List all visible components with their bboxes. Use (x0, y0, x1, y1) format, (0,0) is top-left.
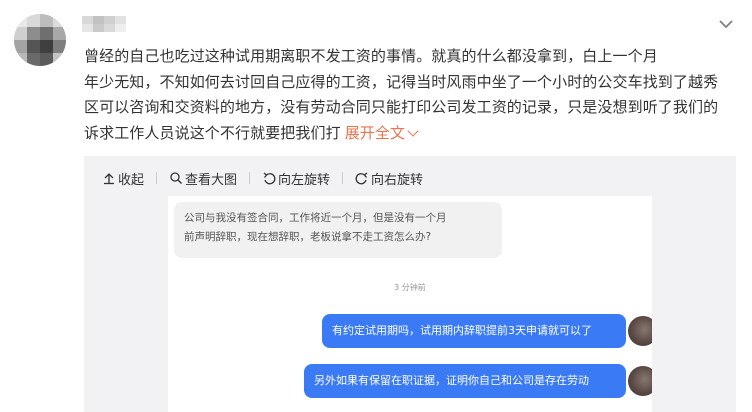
expand-label[interactable]: 展开全文 (345, 124, 405, 142)
avatar[interactable] (14, 14, 66, 66)
chat-timestamp: 3 分钟前 (394, 283, 426, 292)
media-viewer: 收起 查看大图 向左旋转 向右旋转 公司与我没有签合同，工作将近一个月，但是没有… (84, 156, 736, 412)
rotate-right-icon (355, 171, 369, 185)
rotate-left-icon (262, 171, 276, 185)
toolbar-divider (156, 172, 158, 184)
collapse-button[interactable]: 收起 (102, 169, 144, 188)
post-text: 曾经的自己也吃过这种试用期离职不发工资的事情。就真的什么都没拿到，白上一个月 年… (84, 44, 734, 146)
post-text-line: 年少无知，不知如何去讨回自己应得的工资，记得当时风雨中坐了一个小时的公交车找到了… (84, 72, 719, 91)
chevron-down-icon[interactable] (407, 124, 419, 137)
chat-screenshot-image[interactable]: 公司与我没有签合同，工作将近一个月，但是没有一个月 前声明辞职，现在想辞职，老板… (168, 196, 652, 412)
chat-avatar (628, 316, 652, 346)
more-chevron-icon[interactable] (716, 16, 736, 30)
chat-question-bubble: 公司与我没有签合同，工作将近一个月，但是没有一个月 前声明辞职，现在想辞职，老板… (174, 202, 502, 258)
post-text-line: 诉求工作人员说这个不行就要把我们打 (84, 123, 341, 142)
rotate-right-label[interactable]: 向右旋转 (371, 169, 423, 188)
media-toolbar: 收起 查看大图 向左旋转 向右旋转 (102, 169, 423, 188)
chat-question-line: 公司与我没有签合同，工作将近一个月，但是没有一个月 (184, 212, 447, 224)
magnifier-icon (169, 171, 183, 185)
chat-avatar (628, 366, 652, 396)
rotate-left-label[interactable]: 向左旋转 (278, 169, 330, 188)
chat-question-line: 前声明辞职，现在想辞职，老板说拿不走工资怎么办? (184, 231, 432, 243)
expand-full-text-link[interactable]: 展开全文 (345, 124, 419, 142)
chat-reply-bubble: 另外如果有保留在职证据，证明你自己和公司是存在劳动 (304, 364, 626, 398)
collapse-label[interactable]: 收起 (118, 169, 144, 188)
view-large-button[interactable]: 查看大图 (169, 169, 237, 188)
view-large-label[interactable]: 查看大图 (185, 169, 237, 188)
rotate-left-button[interactable]: 向左旋转 (262, 169, 330, 188)
collapse-up-icon (102, 171, 116, 185)
chat-reply-bubble: 有约定试用期吗，试用期内辞职提前3天申请就可以了 (322, 314, 626, 348)
toolbar-divider (249, 172, 251, 184)
username-blurred[interactable] (82, 16, 126, 32)
post-text-line: 区可以咨询和交资料的地方，没有劳动合同只能打印公司发工资的记录，只是没想到听了我… (84, 98, 719, 116)
post-text-line: 曾经的自己也吃过这种试用期离职不发工资的事情。就真的什么都没拿到，白上一个月 (84, 47, 658, 65)
toolbar-divider (342, 172, 344, 184)
rotate-right-button[interactable]: 向右旋转 (355, 169, 423, 188)
post-text-line-last: 诉求工作人员说这个不行就要把我们打 展开全文 (84, 121, 734, 147)
